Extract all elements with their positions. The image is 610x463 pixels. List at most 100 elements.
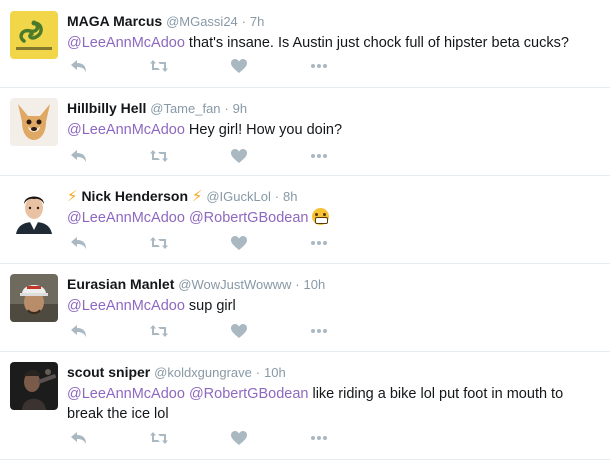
avatar[interactable] <box>10 362 58 410</box>
retweet-icon <box>149 431 169 445</box>
tweet-item[interactable]: ⚡ Nick Henderson ⚡ @IGuckLol · 8h @LeeAn… <box>0 176 610 264</box>
grimacing-face-icon <box>312 208 330 225</box>
avatar[interactable] <box>10 274 58 322</box>
heart-icon <box>231 324 247 338</box>
retweet-button[interactable] <box>147 146 171 166</box>
tweet-actions <box>67 233 367 253</box>
reply-icon <box>70 236 88 250</box>
reply-button[interactable] <box>67 233 91 253</box>
separator-dot: · <box>295 277 300 292</box>
person-avatar <box>10 186 58 234</box>
mention-link[interactable]: @LeeAnnMcAdoo <box>67 210 185 226</box>
heart-icon <box>231 59 247 73</box>
reply-button[interactable] <box>67 321 91 341</box>
separator-dot: · <box>274 189 280 204</box>
display-name[interactable]: Nick Henderson <box>81 188 188 204</box>
separator-dot: · <box>224 101 229 116</box>
more-button[interactable] <box>307 321 331 341</box>
tweet-actions <box>67 56 367 76</box>
heart-icon <box>231 431 247 445</box>
mention-link[interactable]: @RobertGBodean <box>189 386 309 402</box>
more-button[interactable] <box>307 233 331 253</box>
more-button[interactable] <box>307 56 331 76</box>
tweet-text: @LeeAnnMcAdoo that's insane. Is Austin j… <box>67 33 600 53</box>
heart-icon <box>231 236 247 250</box>
username[interactable]: @MGassi24 <box>166 14 238 29</box>
timestamp[interactable]: 10h <box>304 277 326 292</box>
tweet-actions <box>67 321 367 341</box>
person-with-cap-avatar <box>10 274 58 322</box>
more-icon <box>310 328 328 334</box>
tweet-header: Hillbilly Hell @Tame_fan · 9h <box>67 98 600 118</box>
tweet-item[interactable]: scout sniper @koldxgungrave · 10h @LeeAn… <box>0 352 610 460</box>
tweet-feed: MAGA Marcus @MGassi24 · 7h @LeeAnnMcAdoo… <box>0 0 610 463</box>
more-button[interactable] <box>307 146 331 166</box>
retweet-button[interactable] <box>147 56 171 76</box>
username[interactable]: @IGuckLol <box>206 189 271 204</box>
mention-link[interactable]: @RobertGBodean <box>189 210 309 226</box>
mention-link[interactable]: @LeeAnnMcAdoo <box>67 122 185 138</box>
retweet-icon <box>149 236 169 250</box>
retweet-button[interactable] <box>147 428 171 448</box>
reply-icon <box>70 324 88 338</box>
text-segment: sup girl <box>184 298 236 314</box>
tweet-text: @LeeAnnMcAdoo Hey girl! How you doin? <box>67 120 600 140</box>
gadsden-flag-avatar <box>10 11 58 59</box>
like-button[interactable] <box>227 233 251 253</box>
tweet-header: MAGA Marcus @MGassi24 · 7h <box>67 11 600 31</box>
text-segment: that's insane. Is Austin just chock full… <box>184 35 569 51</box>
reply-icon <box>70 149 88 163</box>
separator-dot: · <box>241 14 247 29</box>
timestamp[interactable]: 10h <box>264 365 286 380</box>
lightning-icon: ⚡ <box>191 188 203 205</box>
mention-link[interactable]: @LeeAnnMcAdoo <box>67 298 185 314</box>
retweet-icon <box>149 149 169 163</box>
more-icon <box>310 435 328 441</box>
like-button[interactable] <box>227 146 251 166</box>
tweet-actions <box>67 428 367 448</box>
tweet-header: Eurasian Manlet @WowJustWowww · 10h <box>67 274 600 294</box>
more-icon <box>310 240 328 246</box>
avatar[interactable] <box>10 186 58 234</box>
tweet-text: @LeeAnnMcAdoo sup girl <box>67 296 600 316</box>
chihuahua-avatar <box>10 98 58 146</box>
avatar[interactable] <box>10 98 58 146</box>
tweet-item[interactable]: MAGA Marcus @MGassi24 · 7h @LeeAnnMcAdoo… <box>0 0 610 88</box>
avatar[interactable] <box>10 11 58 59</box>
username[interactable]: @koldxgungrave <box>154 365 252 380</box>
tweet-item[interactable]: Eurasian Manlet @WowJustWowww · 10h @Lee… <box>0 264 610 352</box>
timestamp[interactable]: 7h <box>250 14 264 29</box>
like-button[interactable] <box>227 56 251 76</box>
more-button[interactable] <box>307 428 331 448</box>
more-icon <box>310 153 328 159</box>
soldier-avatar <box>10 362 58 410</box>
timestamp[interactable]: 9h <box>233 101 247 116</box>
display-name[interactable]: Hillbilly Hell <box>67 100 146 116</box>
tweet-text: @LeeAnnMcAdoo @RobertGBodean <box>67 208 600 228</box>
retweet-button[interactable] <box>147 233 171 253</box>
more-icon <box>310 63 328 69</box>
tweet-header: ⚡ Nick Henderson ⚡ @IGuckLol · 8h <box>67 186 600 206</box>
reply-icon <box>70 59 88 73</box>
mention-link[interactable]: @LeeAnnMcAdoo <box>67 386 185 402</box>
reply-button[interactable] <box>67 146 91 166</box>
text-segment: Hey girl! How you doin? <box>184 122 343 138</box>
like-button[interactable] <box>227 321 251 341</box>
tweet-item[interactable]: Hillbilly Hell @Tame_fan · 9h @LeeAnnMcA… <box>0 88 610 176</box>
mention-link[interactable]: @LeeAnnMcAdoo <box>67 35 185 51</box>
heart-icon <box>231 149 247 163</box>
retweet-icon <box>149 59 169 73</box>
reply-icon <box>70 431 88 445</box>
retweet-button[interactable] <box>147 321 171 341</box>
tweet-actions <box>67 146 367 166</box>
reply-button[interactable] <box>67 428 91 448</box>
username[interactable]: @Tame_fan <box>150 101 220 116</box>
display-name[interactable]: MAGA Marcus <box>67 13 162 29</box>
lightning-icon: ⚡ <box>67 188 78 205</box>
timestamp[interactable]: 8h <box>283 189 297 204</box>
display-name[interactable]: Eurasian Manlet <box>67 276 174 292</box>
display-name[interactable]: scout sniper <box>67 364 150 380</box>
reply-button[interactable] <box>67 56 91 76</box>
username[interactable]: @WowJustWowww <box>178 277 291 292</box>
like-button[interactable] <box>227 428 251 448</box>
